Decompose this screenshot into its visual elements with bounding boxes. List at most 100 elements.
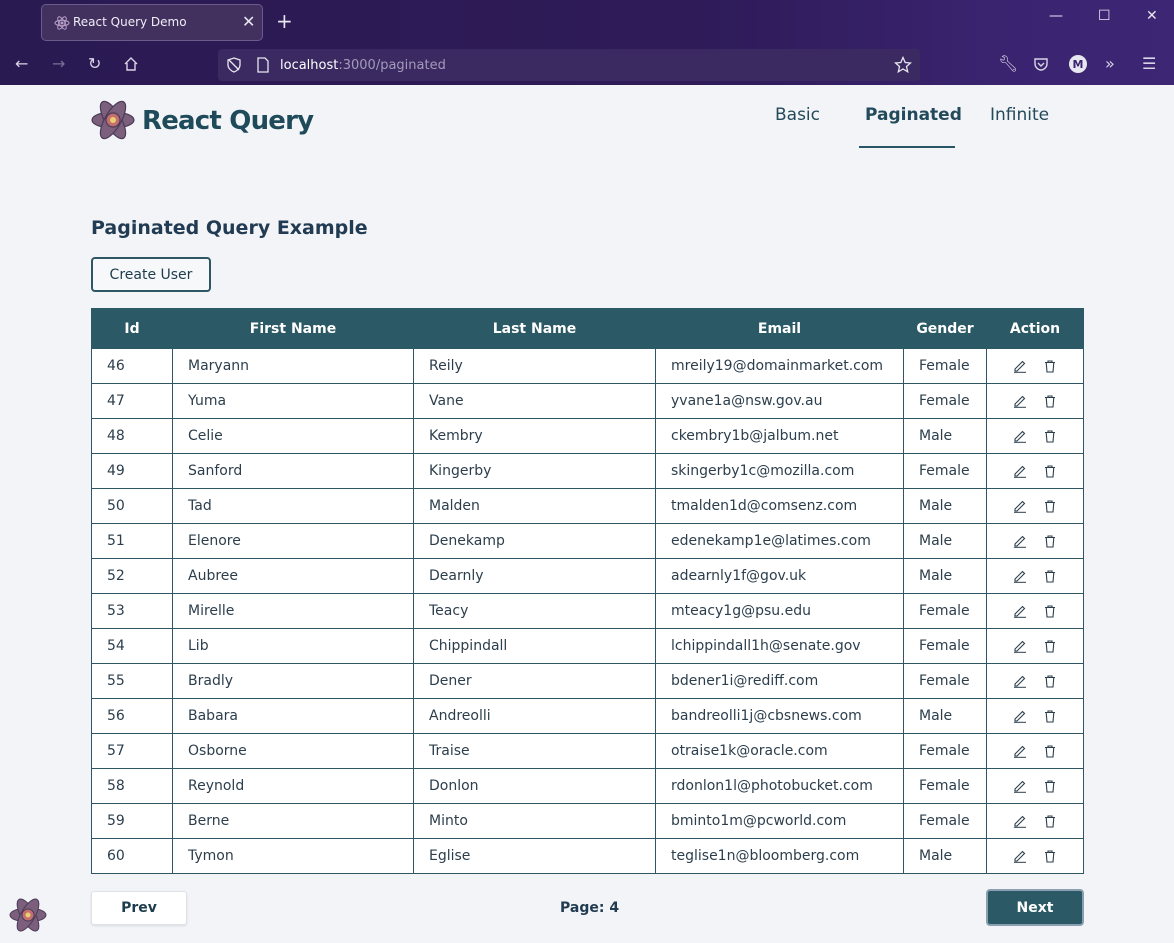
trash-icon[interactable] [1043, 744, 1057, 758]
nav-link-basic[interactable]: Basic [775, 105, 820, 125]
home-icon[interactable] [123, 56, 139, 72]
trash-icon[interactable] [1043, 359, 1057, 373]
wrench-icon[interactable]: 🔧︎ [998, 54, 1018, 73]
brand-name: React Query [142, 106, 314, 136]
create-user-button[interactable]: Create User [91, 257, 211, 292]
maximize-icon[interactable]: ☐ [1098, 8, 1111, 24]
url-text[interactable]: localhost:3000/paginated [280, 58, 446, 73]
edit-icon[interactable] [1013, 464, 1027, 478]
table-row: 53 Mirelle Teacy mteacy1g@psu.edu Female [91, 593, 1084, 629]
edit-icon[interactable] [1013, 499, 1027, 513]
trash-icon[interactable] [1043, 429, 1057, 443]
account-icon[interactable]: M [1068, 54, 1088, 74]
edit-icon[interactable] [1013, 569, 1027, 583]
close-icon[interactable]: ✕ [242, 12, 255, 31]
edit-icon[interactable] [1013, 604, 1027, 618]
query-devtools-icon[interactable] [8, 895, 48, 935]
edit-icon[interactable] [1013, 744, 1027, 758]
trash-icon[interactable] [1043, 849, 1057, 863]
edit-icon[interactable] [1013, 709, 1027, 723]
browser-chrome: React Query Demo ✕ + — ☐ ✕ ← → ↻ localho… [0, 0, 1174, 85]
column-header: First Name [172, 308, 414, 349]
trash-icon[interactable] [1043, 499, 1057, 513]
cell-id: 47 [91, 383, 173, 419]
cell-action [986, 838, 1084, 874]
trash-icon[interactable] [1043, 569, 1057, 583]
edit-icon[interactable] [1013, 674, 1027, 688]
address-bar[interactable]: localhost:3000/paginated [218, 49, 920, 81]
reload-icon[interactable]: ↻ [88, 54, 101, 73]
table-header-row: Id First Name Last Name Email Gender Action [91, 308, 1084, 349]
next-button[interactable]: Next [986, 889, 1084, 926]
edit-icon[interactable] [1013, 639, 1027, 653]
edit-icon[interactable] [1013, 359, 1027, 373]
table-row: 56 Babara Andreolli bandreolli1j@cbsnews.co… [91, 698, 1084, 734]
cell-email: lchippindall1h@senate.gov [655, 628, 904, 664]
cell-email: ckembry1b@jalbum.net [655, 418, 904, 454]
cell-last-name: Malden [413, 488, 656, 524]
trash-icon[interactable] [1043, 639, 1057, 653]
cell-first-name: Lib [172, 628, 414, 664]
cell-action [986, 453, 1084, 489]
trash-icon[interactable] [1043, 674, 1057, 688]
cell-last-name: Minto [413, 803, 656, 839]
cell-first-name: Sanford [172, 453, 414, 489]
cell-action [986, 383, 1084, 419]
trash-icon[interactable] [1043, 394, 1057, 408]
cell-first-name: Elenore [172, 523, 414, 559]
cell-last-name: Vane [413, 383, 656, 419]
cell-first-name: Osborne [172, 733, 414, 769]
pocket-icon[interactable] [1033, 56, 1049, 72]
hamburger-menu-icon[interactable]: ☰ [1142, 54, 1156, 73]
cell-email: rdonlon1l@photobucket.com [655, 768, 904, 804]
url-path: :3000/paginated [338, 58, 446, 73]
prev-button[interactable]: Prev [91, 891, 187, 925]
cell-action [986, 663, 1084, 699]
cell-id: 50 [91, 488, 173, 524]
window-close-icon[interactable]: ✕ [1146, 8, 1158, 24]
new-tab-icon[interactable]: + [276, 9, 293, 33]
edit-icon[interactable] [1013, 814, 1027, 828]
back-icon[interactable]: ← [15, 54, 28, 73]
cell-email: yvane1a@nsw.gov.au [655, 383, 904, 419]
nav-link-paginated[interactable]: Paginated [865, 105, 962, 125]
cell-gender: Female [903, 628, 987, 664]
trash-icon[interactable] [1043, 464, 1057, 478]
nav-link-infinite[interactable]: Infinite [990, 105, 1049, 125]
edit-icon[interactable] [1013, 534, 1027, 548]
table-row: 48 Celie Kembry ckembry1b@jalbum.net Male [91, 418, 1084, 454]
edit-icon[interactable] [1013, 394, 1027, 408]
table-row: 57 Osborne Traise otraise1k@oracle.com Femal… [91, 733, 1084, 769]
users-table: Id First Name Last Name Email Gender Action 4… [91, 308, 1084, 874]
browser-tab[interactable]: React Query Demo ✕ [41, 4, 263, 41]
minimize-icon[interactable]: — [1049, 8, 1063, 24]
page-indicator: Page: 4 [560, 900, 620, 916]
cell-gender: Male [903, 488, 987, 524]
url-host: localhost [280, 58, 339, 73]
overflow-chevron-icon[interactable]: » [1105, 54, 1115, 73]
bookmark-star-icon[interactable] [894, 56, 912, 74]
trash-icon[interactable] [1043, 779, 1057, 793]
edit-icon[interactable] [1013, 849, 1027, 863]
trash-icon[interactable] [1043, 604, 1057, 618]
edit-icon[interactable] [1013, 779, 1027, 793]
cell-id: 52 [91, 558, 173, 594]
cell-email: teglise1n@bloomberg.com [655, 838, 904, 874]
table-row: 49 Sanford Kingerby skingerby1c@mozilla.com… [91, 453, 1084, 489]
forward-icon[interactable]: → [52, 54, 65, 73]
edit-icon[interactable] [1013, 429, 1027, 443]
cell-action [986, 768, 1084, 804]
tab-title: React Query Demo [73, 15, 187, 29]
trash-icon[interactable] [1043, 709, 1057, 723]
cell-id: 51 [91, 523, 173, 559]
cell-action [986, 558, 1084, 594]
table-row: 55 Bradly Dener bdener1i@rediff.com Female [91, 663, 1084, 699]
trash-icon[interactable] [1043, 814, 1057, 828]
cell-id: 58 [91, 768, 173, 804]
shield-icon[interactable] [226, 57, 242, 73]
trash-icon[interactable] [1043, 534, 1057, 548]
brand-logo[interactable]: React Query [90, 98, 314, 142]
cell-first-name: Reynold [172, 768, 414, 804]
cell-id: 59 [91, 803, 173, 839]
cell-first-name: Berne [172, 803, 414, 839]
